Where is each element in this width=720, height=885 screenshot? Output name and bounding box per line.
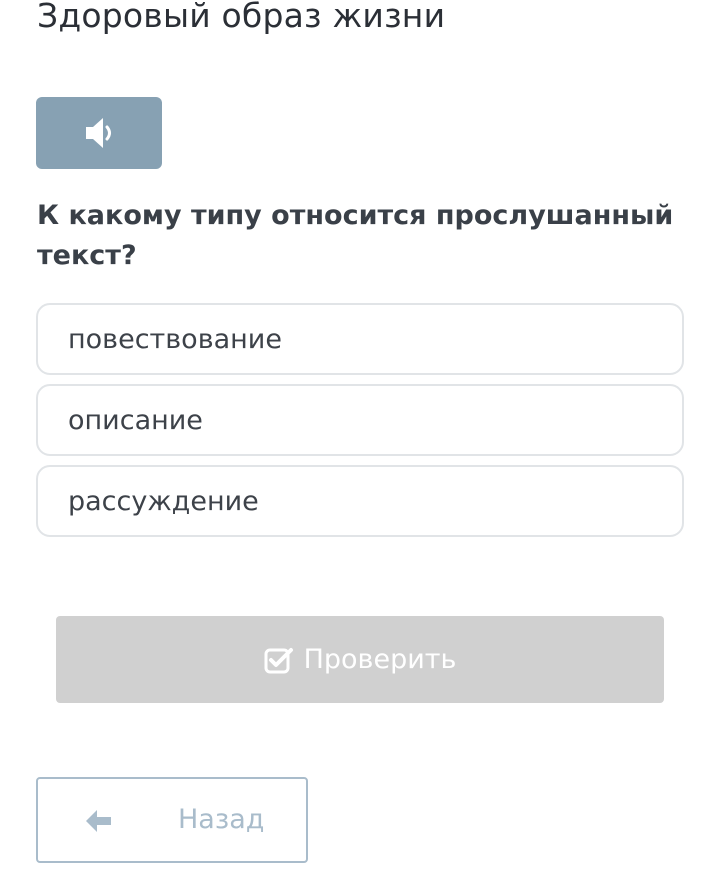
page-title: Здоровый образ жизни	[37, 0, 446, 35]
arrow-left-icon	[84, 807, 114, 839]
check-button[interactable]: Проверить	[56, 616, 664, 703]
answer-option-reasoning[interactable]: рассуждение	[36, 465, 684, 537]
speaker-icon	[84, 116, 114, 150]
lesson-page: Здоровый образ жизни К какому типу относ…	[0, 0, 720, 885]
checkbox-icon	[264, 646, 294, 674]
answer-options: повествование описание рассуждение	[36, 303, 684, 546]
back-button-label: Назад	[178, 804, 265, 835]
answer-option-description[interactable]: описание	[36, 384, 684, 456]
check-button-label: Проверить	[303, 644, 457, 675]
answer-option-narration[interactable]: повествование	[36, 303, 684, 375]
play-audio-button[interactable]	[36, 97, 162, 169]
question-text: К какому типу относится прослушанный тек…	[37, 200, 674, 271]
back-button[interactable]: Назад	[36, 777, 308, 863]
